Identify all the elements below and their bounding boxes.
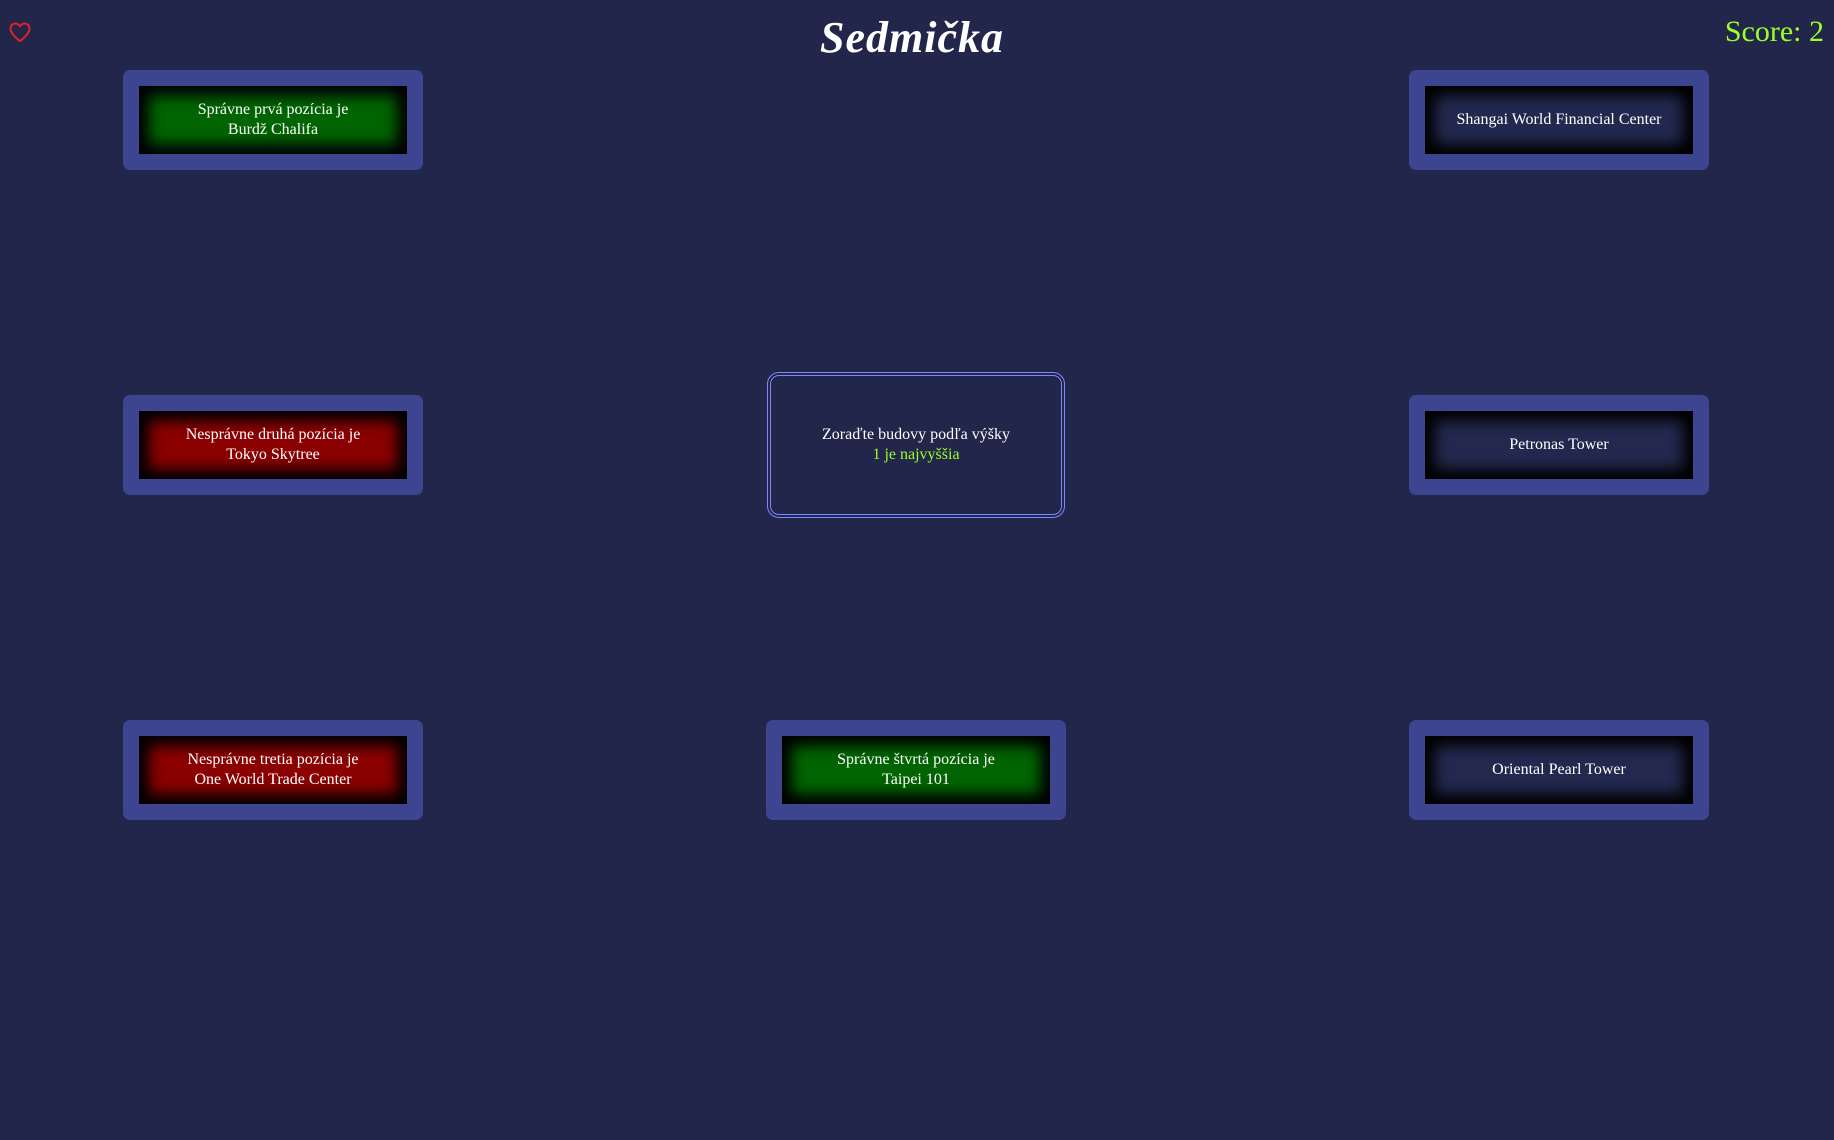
card-top-right[interactable]: Shangai World Financial Center xyxy=(1409,70,1709,170)
card-building-name: Shangai World Financial Center xyxy=(1456,111,1662,128)
card-building-name: Oriental Pearl Tower xyxy=(1492,761,1626,778)
game-title: Sedmička xyxy=(820,13,1004,62)
instruction-hint: 1 je najvyššia xyxy=(872,446,960,463)
card-content: Shangai World Financial Center xyxy=(1425,86,1693,154)
card-content: Petronas Tower xyxy=(1425,411,1693,479)
card-content: Správne prvá pozícia je Burdž Chalifa xyxy=(139,86,407,154)
card-result-text: Nesprávne tretia pozícia je xyxy=(187,751,359,768)
card-result-text: Správne štvrtá pozícia je xyxy=(837,751,995,768)
card-result-text: Nesprávne druhá pozícia je xyxy=(185,426,361,443)
card-building-name: Petronas Tower xyxy=(1509,436,1609,453)
instruction-text: Zoraďte budovy podľa výšky xyxy=(822,426,1010,443)
card-building-name: Tokyo Skytree xyxy=(226,446,320,463)
card-mid-right[interactable]: Petronas Tower xyxy=(1409,395,1709,495)
card-bottom-mid[interactable]: Správne štvrtá pozícia je Taipei 101 xyxy=(766,720,1066,820)
game-stage: Sedmička Score: 2 Správne prvá pozícia j… xyxy=(0,0,1834,1140)
card-bottom-right[interactable]: Oriental Pearl Tower xyxy=(1409,720,1709,820)
card-building-name: Burdž Chalifa xyxy=(227,121,319,138)
card-top-left[interactable]: Správne prvá pozícia je Burdž Chalifa xyxy=(123,70,423,170)
card-content: Oriental Pearl Tower xyxy=(1425,736,1693,804)
card-content: Správne štvrtá pozícia je Taipei 101 xyxy=(782,736,1050,804)
card-content: Nesprávne tretia pozícia je One World Tr… xyxy=(139,736,407,804)
card-building-name: Taipei 101 xyxy=(882,771,950,788)
card-building-name: One World Trade Center xyxy=(194,771,352,788)
card-mid-left[interactable]: Nesprávne druhá pozícia je Tokyo Skytree xyxy=(123,395,423,495)
card-result-text: Správne prvá pozícia je xyxy=(197,101,349,118)
score-display: Score: 2 xyxy=(1724,15,1824,48)
card-bottom-left[interactable]: Nesprávne tretia pozícia je One World Tr… xyxy=(123,720,423,820)
instruction-box: Zoraďte budovy podľa výšky 1 je najvyšši… xyxy=(767,372,1065,518)
card-content: Nesprávne druhá pozícia je Tokyo Skytree xyxy=(139,411,407,479)
